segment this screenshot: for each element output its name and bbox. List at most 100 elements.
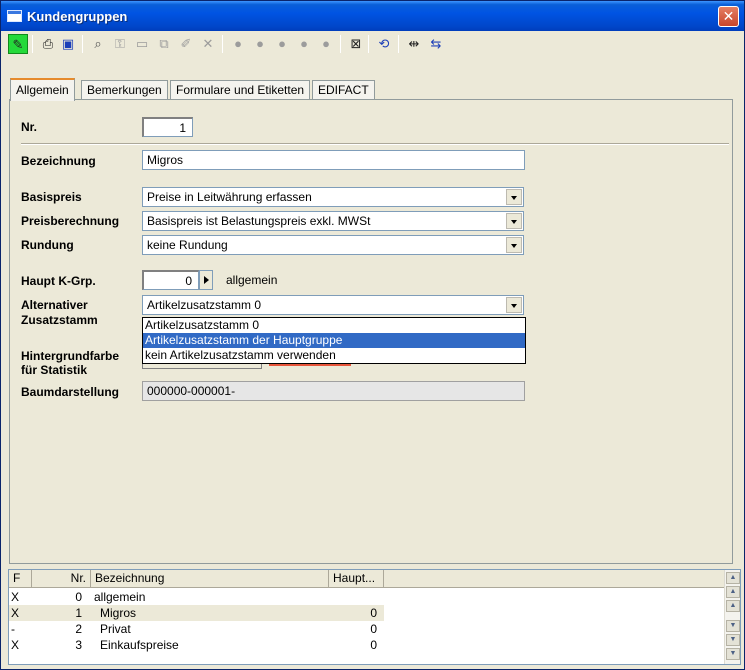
print-icon[interactable]: ⎙ bbox=[38, 34, 58, 54]
color-swatch bbox=[269, 364, 351, 366]
alternativer-label: Alternativer bbox=[21, 298, 88, 312]
tab-edifact[interactable]: EDIFACT bbox=[312, 80, 375, 100]
record-go-icon[interactable]: ● bbox=[316, 34, 336, 54]
scroll-down-icon[interactable]: ▼ bbox=[726, 620, 740, 632]
nr-input[interactable]: 1 bbox=[142, 117, 193, 137]
dropdown-option[interactable]: kein Artikelzusatzstamm verwenden bbox=[143, 348, 525, 363]
title-bar[interactable]: Kundengruppen ✕ bbox=[1, 1, 744, 31]
toolbar: ✎ ⎙ ▣ ⌕ ⚿ ▭ ⧉ ✐ ✕ ● ● ● ● ● ⊠ ⟲ ⇹ ⇆ bbox=[6, 32, 741, 56]
expand-width-icon[interactable]: ⇹ bbox=[404, 34, 424, 54]
haupt-k-grp-name: allgemein bbox=[226, 273, 278, 287]
table-row[interactable]: X 3 Einkaufspreise 0 bbox=[9, 637, 384, 653]
table-row[interactable]: X 0 allgemein bbox=[9, 589, 384, 605]
baumdarstellung-field: 000000-000001- bbox=[142, 381, 525, 401]
haupt-k-grp-input[interactable]: 0 bbox=[142, 270, 199, 290]
rundung-value: keine Rundung bbox=[147, 238, 228, 252]
record-prev-icon[interactable]: ● bbox=[250, 34, 270, 54]
haupt-lookup-arrow-icon[interactable] bbox=[199, 270, 213, 290]
toolbar-separator bbox=[32, 35, 33, 53]
column-header-haupt[interactable]: Haupt... bbox=[329, 570, 384, 588]
refresh-link-icon[interactable]: ⟲ bbox=[374, 34, 394, 54]
zusatzstamm-dropdown-list: Artikelzusatzstamm 0 Artikelzusatzstamm … bbox=[142, 317, 526, 364]
toolbar-separator bbox=[368, 35, 369, 53]
cell-nr: 1 bbox=[75, 606, 82, 620]
scroll-up-icon[interactable]: ▲ bbox=[726, 600, 740, 612]
cell-bezeichnung: Einkaufspreise bbox=[100, 638, 179, 652]
save-disk-icon[interactable]: ▣ bbox=[58, 34, 78, 54]
window-icon bbox=[7, 10, 22, 22]
cell-f: X bbox=[11, 590, 20, 604]
basispreis-value: Preise in Leitwährung erfassen bbox=[147, 190, 312, 204]
record-next-icon[interactable]: ● bbox=[272, 34, 292, 54]
baumdarstellung-label: Baumdarstellung bbox=[21, 385, 120, 399]
kundengruppen-window: Kundengruppen ✕ ✎ ⎙ ▣ ⌕ ⚿ ▭ ⧉ ✐ ✕ ● ● ● ● ● ⊠ ⟲ ⇹ ⇆ Allge… bbox=[0, 0, 745, 670]
column-header-f[interactable]: F bbox=[9, 570, 32, 588]
tab-bemerkungen[interactable]: Bemerkungen bbox=[81, 80, 168, 100]
scroll-top-icon[interactable]: ▲ bbox=[726, 572, 740, 584]
table-row[interactable]: X 1 Migros 0 bbox=[9, 605, 384, 621]
rundung-label: Rundung bbox=[21, 238, 74, 252]
cell-bezeichnung: allgemein bbox=[94, 590, 146, 604]
record-last-icon[interactable]: ● bbox=[294, 34, 314, 54]
rundung-select[interactable]: keine Rundung bbox=[142, 235, 524, 255]
preisberechnung-select[interactable]: Basispreis ist Belastungspreis exkl. MWS… bbox=[142, 211, 524, 231]
dropdown-option[interactable]: Artikelzusatzstamm 0 bbox=[143, 318, 525, 333]
key-icon[interactable]: ⚿ bbox=[110, 34, 130, 54]
column-header-bezeichnung[interactable]: Bezeichnung bbox=[91, 570, 329, 588]
toolbar-separator bbox=[222, 35, 223, 53]
toolbar-separator bbox=[82, 35, 83, 53]
separator bbox=[21, 143, 729, 145]
chevron-down-icon[interactable] bbox=[506, 297, 522, 313]
search-binoculars-icon[interactable]: ⌕ bbox=[88, 34, 108, 54]
new-document-icon[interactable]: ▭ bbox=[132, 34, 152, 54]
bezeichnung-input[interactable]: Migros bbox=[142, 150, 525, 170]
zusatzstamm-label: Zusatzstamm bbox=[21, 313, 98, 327]
cell-f: - bbox=[11, 622, 15, 636]
kundengruppen-grid: F Nr. Bezeichnung Haupt... X 0 allgemein… bbox=[8, 569, 741, 665]
scroll-page-up-icon[interactable]: ▲ bbox=[726, 586, 740, 598]
alternativer-zusatzstamm-select[interactable]: Artikelzusatzstamm 0 bbox=[142, 295, 524, 315]
cell-haupt: 0 bbox=[370, 606, 377, 620]
cell-nr: 2 bbox=[75, 622, 82, 636]
alternativer-zusatzstamm-value: Artikelzusatzstamm 0 bbox=[147, 298, 262, 312]
basispreis-select[interactable]: Preise in Leitwährung erfassen bbox=[142, 187, 524, 207]
preisberechnung-value: Basispreis ist Belastungspreis exkl. MWS… bbox=[147, 214, 371, 228]
copy-icon[interactable]: ⧉ bbox=[154, 34, 174, 54]
pen-edit-icon[interactable]: ✐ bbox=[176, 34, 196, 54]
toolbar-separator bbox=[398, 35, 399, 53]
delete-icon[interactable]: ✕ bbox=[198, 34, 218, 54]
window-title: Kundengruppen bbox=[27, 9, 128, 24]
filter-icon[interactable]: ⊠ bbox=[346, 34, 366, 54]
haupt-k-grp-label: Haupt K-Grp. bbox=[21, 274, 96, 288]
grid-scrollbar[interactable]: ▲ ▲ ▲ ▼ ▼ ▼ bbox=[724, 570, 740, 664]
collapse-width-icon[interactable]: ⇆ bbox=[426, 34, 446, 54]
hintergrundfarbe-label: Hintergrundfarbe bbox=[21, 349, 120, 363]
cell-haupt: 0 bbox=[370, 638, 377, 652]
chevron-down-icon[interactable] bbox=[506, 213, 522, 229]
bezeichnung-label: Bezeichnung bbox=[21, 154, 96, 168]
grid-header: F Nr. Bezeichnung Haupt... bbox=[9, 570, 725, 588]
dropdown-option[interactable]: Artikelzusatzstamm der Hauptgruppe bbox=[143, 333, 525, 348]
cell-haupt: 0 bbox=[370, 622, 377, 636]
chevron-down-icon[interactable] bbox=[506, 189, 522, 205]
cell-bezeichnung: Migros bbox=[100, 606, 137, 620]
close-button[interactable]: ✕ bbox=[718, 6, 739, 27]
chevron-down-icon[interactable] bbox=[506, 237, 522, 253]
cell-f: X bbox=[11, 606, 20, 620]
nr-label: Nr. bbox=[21, 120, 38, 134]
record-first-icon[interactable]: ● bbox=[228, 34, 248, 54]
tab-formulare-und-etiketten[interactable]: Formulare und Etiketten bbox=[170, 80, 311, 100]
tab-allgemein[interactable]: Allgemein bbox=[10, 78, 75, 101]
cell-haupt bbox=[329, 589, 377, 605]
column-header-nr[interactable]: Nr. bbox=[32, 570, 91, 588]
toolbar-separator bbox=[340, 35, 341, 53]
fuer-statistik-label: für Statistik bbox=[21, 363, 88, 377]
preisberechnung-label: Preisberechnung bbox=[21, 214, 120, 228]
cell-bezeichnung: Privat bbox=[100, 622, 131, 636]
cell-nr: 3 bbox=[75, 638, 82, 652]
edit-pencil-icon[interactable]: ✎ bbox=[8, 34, 28, 54]
cell-nr: 0 bbox=[75, 590, 82, 604]
table-row[interactable]: - 2 Privat 0 bbox=[9, 621, 384, 637]
scroll-bottom-icon[interactable]: ▼ bbox=[726, 648, 740, 660]
scroll-page-down-icon[interactable]: ▼ bbox=[726, 634, 740, 646]
